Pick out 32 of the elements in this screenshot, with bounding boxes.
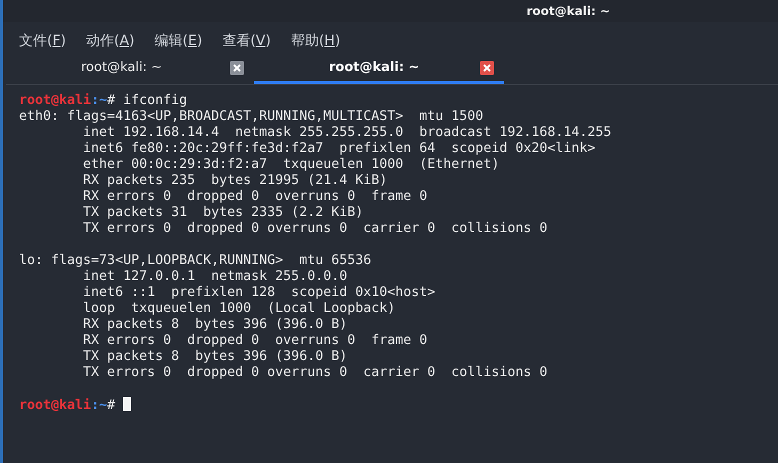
output-line: inet6 ::1 prefixlen 128 scopeid 0x10<host> (82, 285, 436, 300)
output-line: inet 192.168.14.4 netmask 255.255.255.0 broadcast 192.168.14.255 (82, 125, 612, 140)
output-line: loop txqueuelen 1000 (Local Loopback) (82, 301, 396, 316)
output-line: RX errors 0 dropped 0 overruns 0 frame 0 (82, 189, 428, 204)
terminal-tab[interactable]: root@kali: ~ (254, 54, 504, 84)
menu-item[interactable]: 帮助(H) (288, 28, 348, 54)
menu-item[interactable]: 编辑(E) (152, 28, 210, 54)
output-line: RX packets 235 bytes 21995 (21.4 KiB) (82, 173, 388, 188)
output-line: TX packets 31 bytes 2335 (2.2 KiB) (82, 205, 364, 220)
output-line: inet 127.0.0.1 netmask 255.0.0.0 (82, 269, 348, 284)
prompt-user: root@kali (19, 93, 92, 108)
output-line: ether 00:0c:29:3d:f2:a7 txqueuelen 1000 (Ethernet) (82, 157, 500, 172)
output-line: RX errors 0 dropped 0 overruns 0 frame 0 (82, 333, 428, 348)
output-line: inet6 fe80::20c:29ff:fe3d:f2a7 prefixlen 64 scopeid 0x20<link> (82, 141, 596, 156)
menu-item[interactable]: 动作(A) (84, 28, 143, 54)
prompt-path: :~ (91, 398, 108, 413)
menu-item[interactable]: 文件(F) (17, 28, 74, 54)
close-icon[interactable] (480, 60, 494, 74)
window-title: root@kali: ~ (526, 4, 610, 18)
terminal-tab[interactable]: root@kali: ~ (6, 54, 254, 84)
prompt-path: :~ (91, 93, 108, 108)
output-line: TX errors 0 dropped 0 overruns 0 carrier 0 collisions 0 (82, 221, 548, 236)
close-icon[interactable] (230, 60, 244, 74)
command-text: # ifconfig (107, 93, 188, 108)
output-line: TX packets 8 bytes 396 (396.0 B) (82, 349, 348, 364)
output-line: RX packets 8 bytes 396 (396.0 B) (82, 317, 348, 332)
output-line: eth0: flags=4163<UP,BROADCAST,RUNNING,MULTICAST> mtu 1500 (19, 109, 484, 124)
command-text: # (107, 398, 116, 413)
output-line: TX errors 0 dropped 0 overruns 0 carrier 0 collisions 0 (82, 365, 548, 380)
prompt-user: root@kali (19, 398, 92, 413)
menu-item[interactable]: 查看(V) (220, 28, 279, 54)
output-line: lo: flags=73<UP,LOOPBACK,RUNNING> mtu 65536 (19, 253, 372, 268)
